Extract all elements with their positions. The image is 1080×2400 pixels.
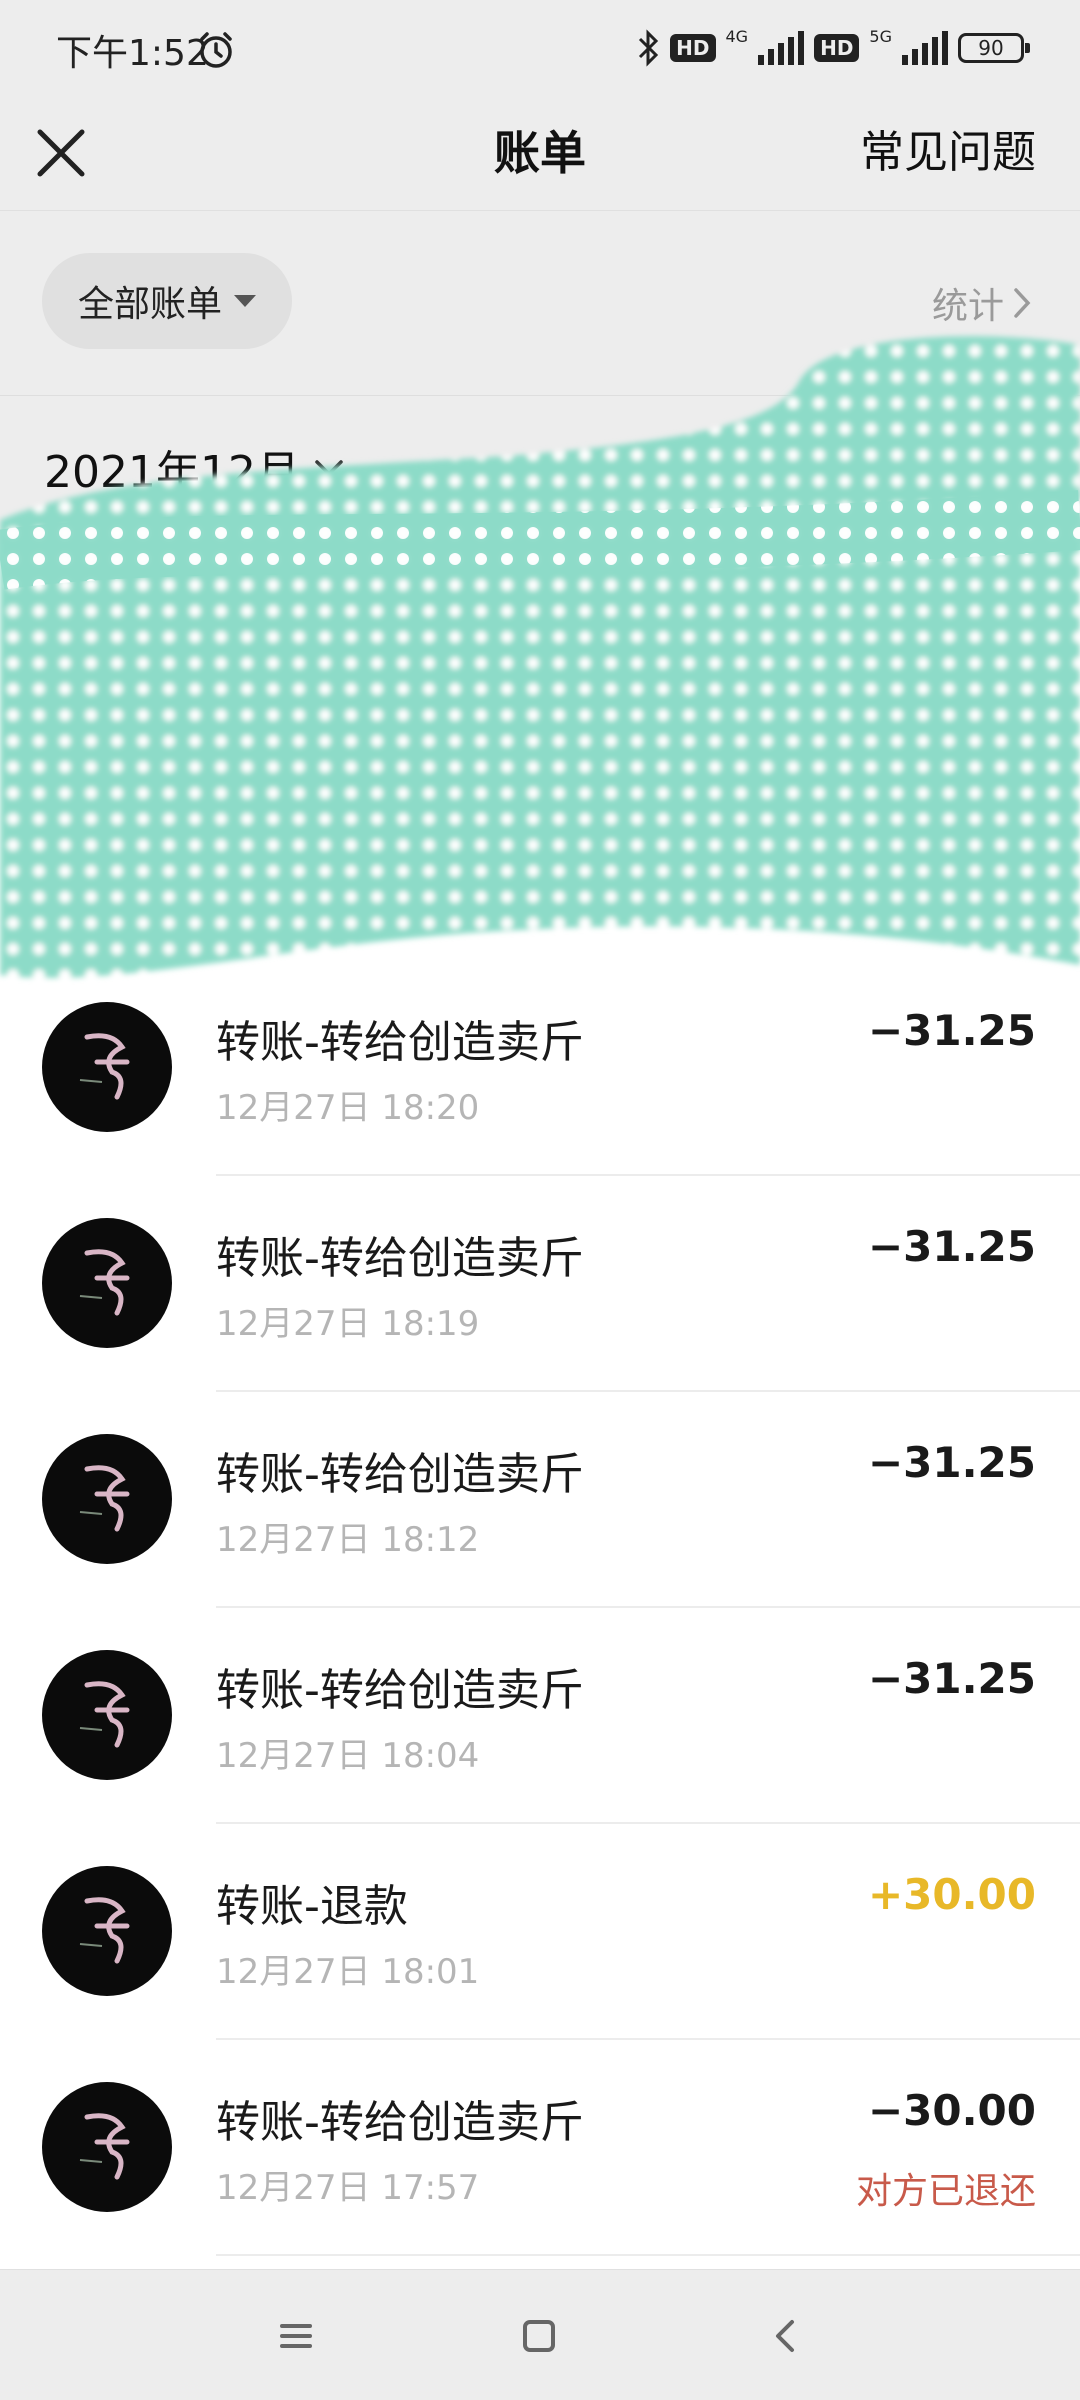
transaction-title: 转账-转给创造卖斤 [216,2097,584,2148]
transaction-amount: −30.00 [867,2086,1036,2135]
transaction-row[interactable]: 转账-转给创造卖斤 12月27日 18:19 −31.25 [0,1176,1080,1392]
transaction-time: 12月27日 18:20 [216,1088,480,1128]
transaction-row[interactable]: 转账-转给创造卖斤 12月27日 18:12 −31.25 [0,1392,1080,1608]
status-time: 下午1:52 [56,33,209,74]
avatar [42,1218,172,1348]
transaction-title: 转账-转给创造卖斤 [216,1017,584,1068]
transaction-time: 12月27日 18:12 [216,1520,480,1560]
bill-filter-label: 全部账单 [77,284,222,325]
transaction-amount: −31.25 [867,1654,1036,1703]
avatar [42,1866,172,1996]
menu-icon[interactable] [266,2306,326,2366]
network-type-label: 4G [725,26,749,46]
avatar [42,1434,172,1564]
month-header: 2021年12月 [0,396,1080,544]
transaction-amount: −31.25 [867,1006,1036,1055]
hd-badge: HD [670,34,716,62]
avatar [42,2082,172,2212]
month-selector[interactable]: 2021年12月 [44,436,344,500]
transaction-row[interactable]: 转账-转给创造卖斤 12月27日 18:04 −31.25 [0,1608,1080,1824]
transaction-amount: −31.25 [867,1438,1036,1487]
signal-icon [902,31,948,65]
filter-bar: 全部账单 统计 [0,211,1080,396]
transaction-row[interactable]: 转账-退款 12月27日 18:01 +30.00 [0,1824,1080,2040]
alarm-icon [200,32,232,68]
transaction-amount: +30.00 [867,1870,1036,1919]
avatar [42,1002,172,1132]
transaction-title: 转账-退款 [216,1881,408,1932]
network-type-label: 5G [869,26,892,46]
stats-label: 统计 [931,286,1004,327]
transaction-row[interactable]: 转账-转给创造卖斤 12月27日 18:20 −31.25 [0,960,1080,1176]
transaction-title: 转账-转给创造卖斤 [216,1665,584,1716]
caret-down-icon [234,295,256,307]
transaction-amount: −31.25 [867,1222,1036,1271]
bluetooth-icon [639,29,659,67]
transaction-time: 12月27日 18:19 [216,1304,480,1344]
avatar [42,1650,172,1780]
transaction-title: 转账-转给创造卖斤 [216,1233,584,1284]
transaction-time: 12月27日 17:57 [216,2168,480,2208]
divider [216,2254,1080,2256]
refund-status: 对方已退还 [855,2171,1036,2212]
home-icon[interactable] [509,2306,569,2366]
transaction-row[interactable]: 转账-转给创造卖斤 12月27日 17:57 −30.00 对方已退还 [0,2040,1080,2256]
navigation-bar: 账单 常见问题 [0,96,1080,211]
month-label: 2021年12月 [44,447,300,498]
system-nav-bar [0,2269,1080,2400]
chevron-down-icon [315,460,343,477]
stats-link[interactable]: 统计 [932,277,1032,329]
status-bar: 下午1:52 HD 4G HD 5G 90 [0,0,1080,96]
faq-link[interactable]: 常见问题 [860,120,1036,186]
transaction-time: 12月27日 18:04 [216,1736,480,1776]
status-icons: HD 4G HD 5G 90 [636,26,1030,70]
hd-badge: HD [814,34,860,62]
transaction-list: 转账-转给创造卖斤 12月27日 18:20 −31.25 转账-转给创造卖斤 … [0,960,1080,2270]
chevron-right-icon [1014,288,1031,318]
battery-icon: 90 [958,33,1030,63]
transaction-title: 转账-转给创造卖斤 [216,1449,584,1500]
bill-filter-button[interactable]: 全部账单 [42,253,292,349]
transaction-time: 12月27日 18:01 [216,1952,480,1992]
signal-icon [758,31,805,65]
back-icon[interactable] [756,2306,816,2366]
month-summary-area [0,544,1080,960]
